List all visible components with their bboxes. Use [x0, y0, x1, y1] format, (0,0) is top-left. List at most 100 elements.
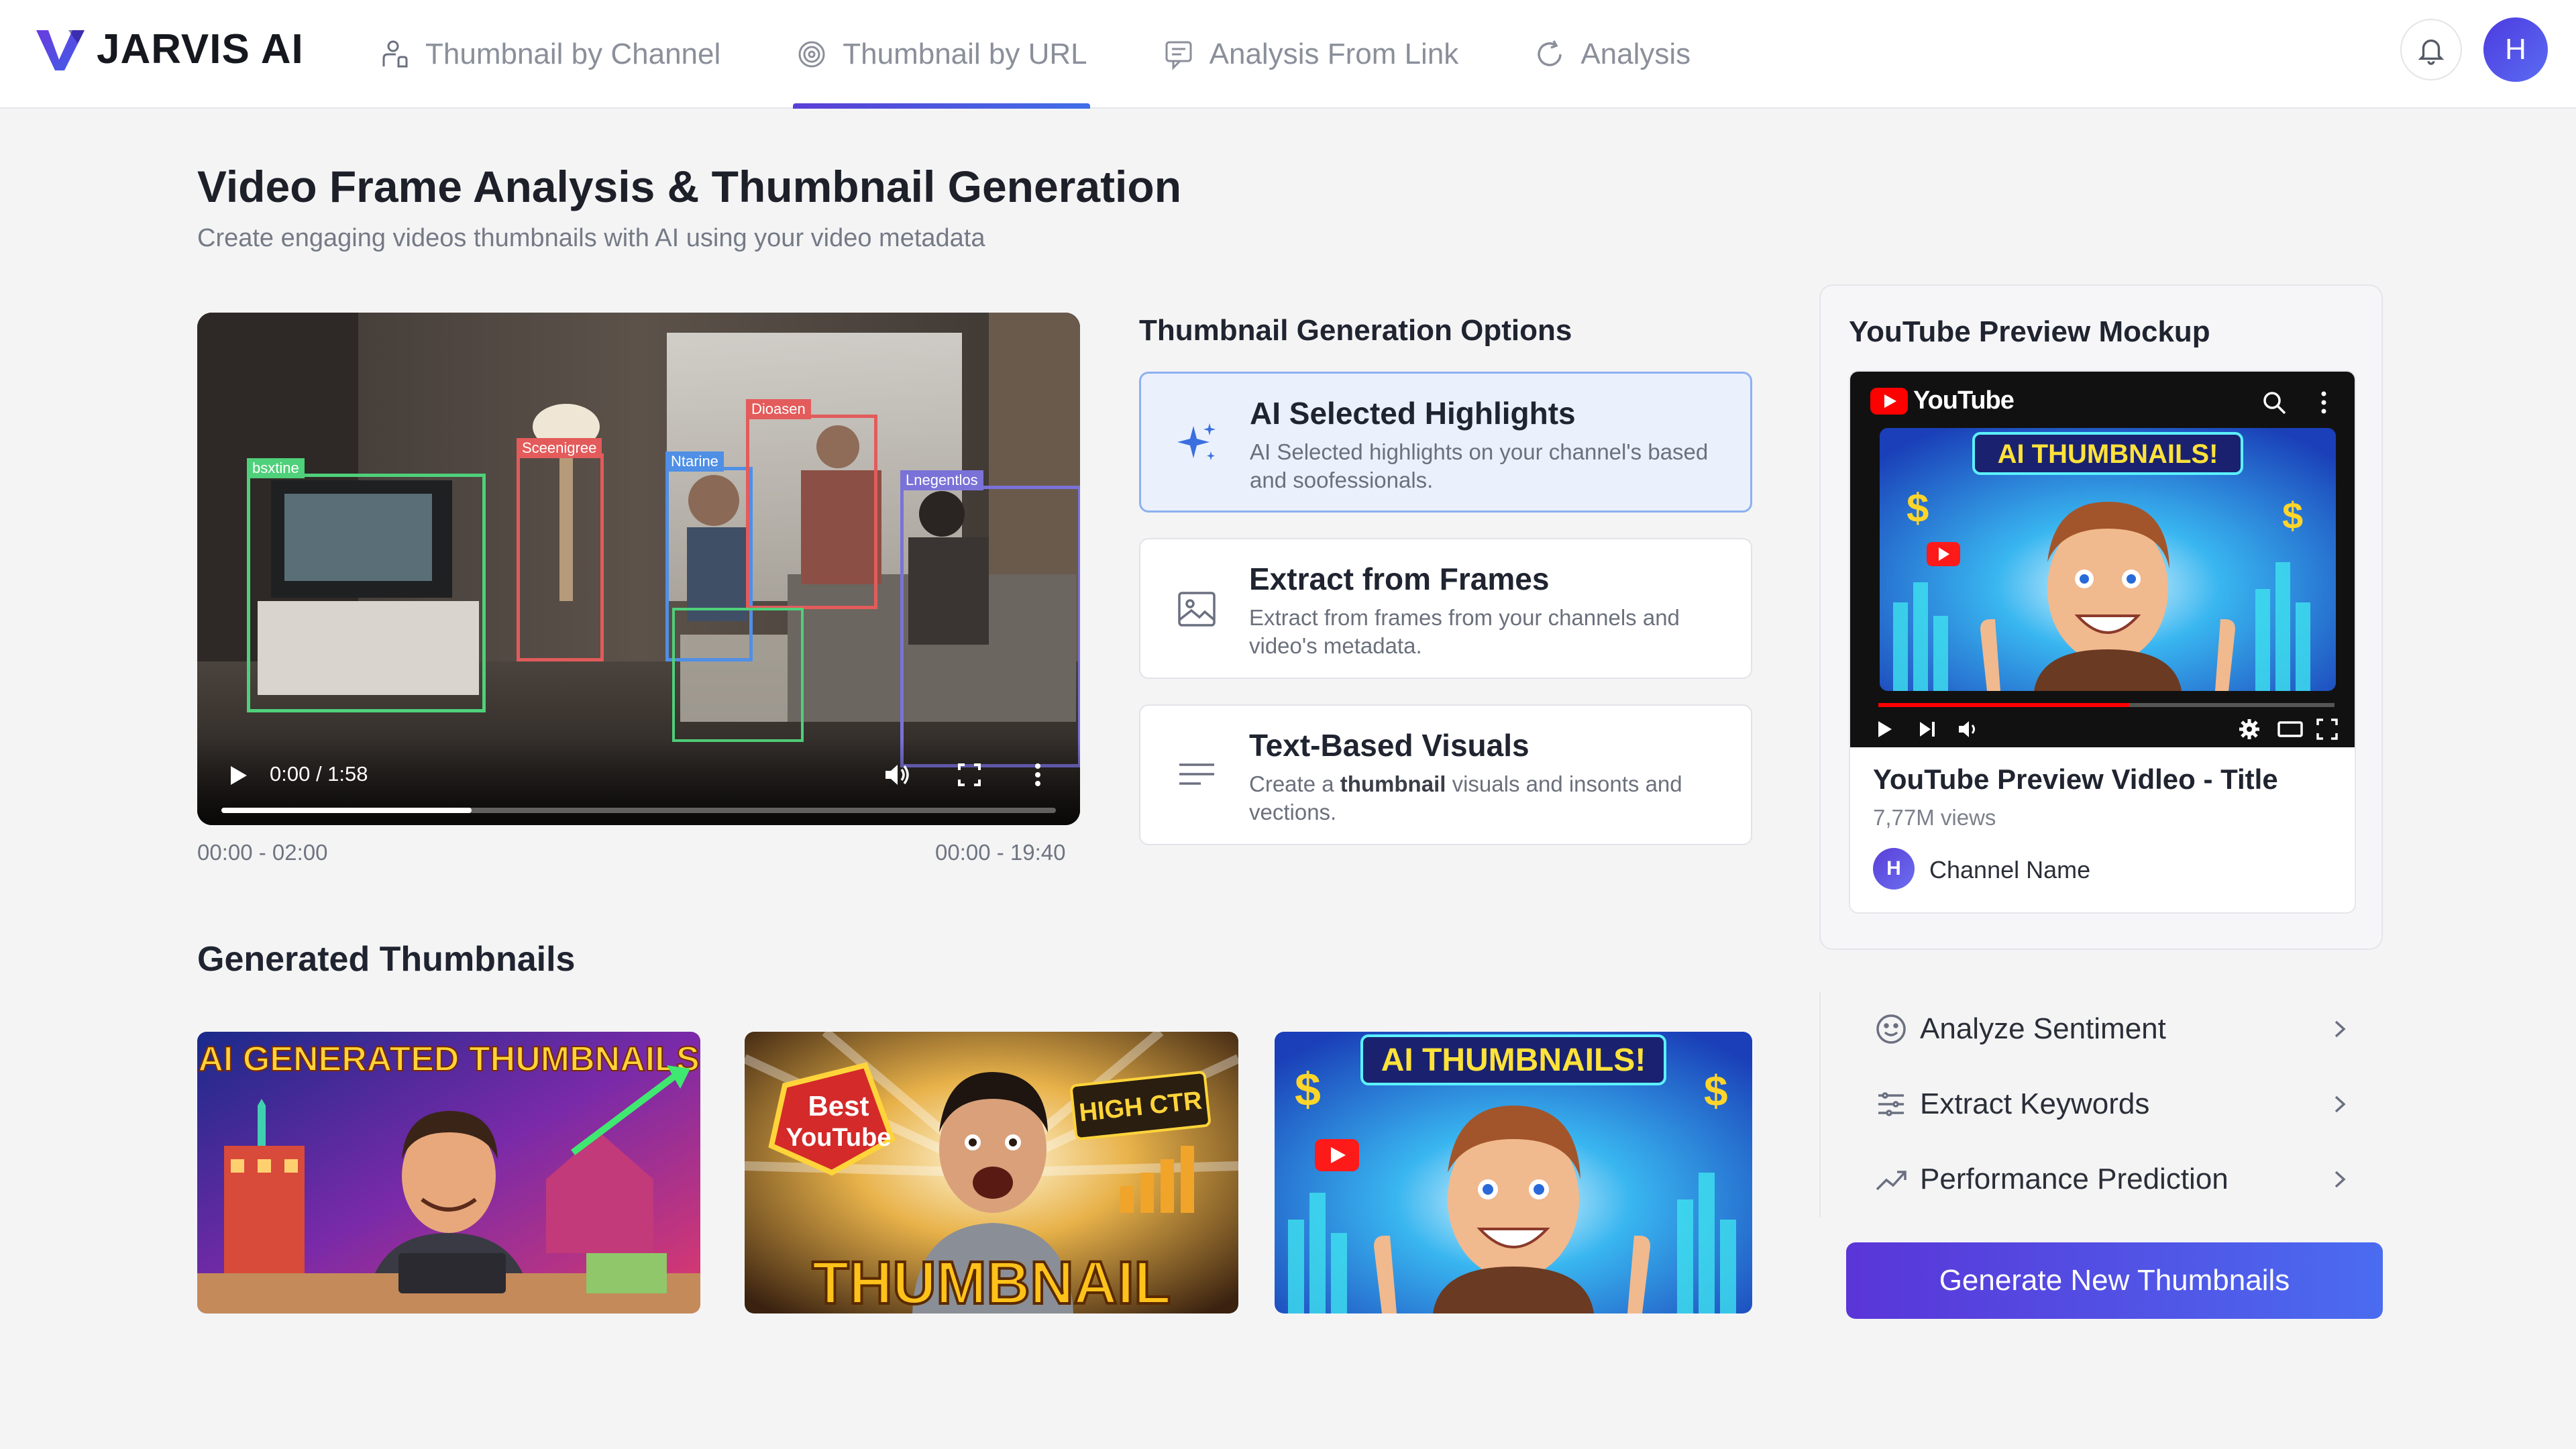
option-text-based-visuals[interactable]: Text-Based Visuals Create a thumbnail vi… — [1139, 704, 1752, 845]
notifications-button[interactable] — [2400, 19, 2462, 80]
option-extract-from-frames[interactable]: Extract from Frames Extract from frames … — [1139, 538, 1752, 679]
youtube-video-title: YouTube Preview Vidleo - Title — [1873, 763, 2278, 795]
play-icon[interactable] — [225, 763, 250, 788]
option-title: Text-Based Visuals — [1249, 728, 1529, 763]
tab-label: Analysis From Link — [1209, 38, 1459, 70]
range-end-label: 00:00 - 19:40 — [935, 840, 1066, 865]
jarvis-logo-icon — [36, 30, 85, 70]
action-analyze-sentiment[interactable]: Analyze Sentiment — [1819, 991, 2383, 1067]
top-navigation-bar: JARVIS AI Thumbnail by Channel Thumbnail… — [0, 0, 2576, 109]
thumbnail-art-image: AI THUMBNAILS! $ $ — [1880, 428, 2336, 691]
youtube-player-frame: YouTube AI THUMBNAILS! $ $ — [1850, 372, 2355, 747]
tab-thumbnail-by-url[interactable]: Thumbnail by URL — [793, 0, 1090, 109]
play-icon[interactable] — [1874, 719, 1894, 739]
option-desc-prefix: Create a — [1249, 771, 1340, 796]
youtube-preview-title: YouTube Preview Mockup — [1849, 315, 2210, 348]
badge-line-2: YouTube — [786, 1124, 892, 1152]
detection-box: Dioasen — [746, 399, 877, 609]
youtube-thumbnail: AI THUMBNAILS! $ $ — [1880, 428, 2336, 691]
user-hand-icon — [382, 40, 408, 68]
option-description: Create a thumbnail visuals and insonts a… — [1249, 770, 1732, 826]
bell-icon — [2418, 39, 2445, 65]
range-start-label: 00:00 - 02:00 — [197, 840, 328, 865]
tab-analysis-from-link[interactable]: Analysis From Link — [1160, 0, 1462, 109]
youtube-preview-card[interactable]: YouTube AI THUMBNAILS! $ $ YouTube Previ… — [1849, 370, 2356, 914]
detection-label: Dioasen — [746, 399, 811, 419]
youtube-logo-text: YouTube — [1913, 386, 2015, 415]
tab-thumbnail-by-channel[interactable]: Thumbnail by Channel — [376, 0, 723, 109]
refresh-icon — [1538, 40, 1562, 66]
option-desc-bold: thumbnail — [1340, 771, 1446, 796]
thumbnail-text: AI THUMBNAILS! — [1998, 439, 2218, 469]
theater-mode-icon[interactable] — [2277, 719, 2304, 739]
fullscreen-icon[interactable] — [957, 762, 982, 788]
youtube-progress-bar[interactable] — [1878, 703, 2334, 707]
sparkle-icon — [1177, 423, 1216, 460]
action-label: Extract Keywords — [1920, 1087, 2150, 1120]
next-icon[interactable] — [1917, 719, 1937, 739]
generated-thumbnail-1[interactable]: AI GENERATED THUMBNAILS — [197, 1032, 700, 1313]
detection-box — [672, 608, 804, 742]
smile-icon — [1876, 1014, 1906, 1044]
generate-new-thumbnails-button[interactable]: Generate New Thumbnails — [1846, 1242, 2383, 1319]
action-label: Performance Prediction — [1920, 1163, 2229, 1195]
video-player[interactable]: bsxtine Sceenigree Ntarine Dioasen Lnege… — [197, 313, 1080, 825]
chevron-right-icon — [2334, 1095, 2346, 1113]
channel-avatar: H — [1873, 848, 1915, 890]
thumbnail-art-image: AI GENERATED THUMBNAILS — [197, 1032, 700, 1313]
action-performance-prediction[interactable]: Performance Prediction — [1819, 1142, 2383, 1217]
thumbnail-text: AI GENERATED THUMBNAILS — [198, 1040, 699, 1079]
tab-analysis[interactable]: Analysis — [1531, 0, 1693, 109]
thumbnail-art-image: Best YouTube HIGH CTR THUMBNAIL — [745, 1032, 1238, 1313]
channel-name: Channel Name — [1929, 856, 2091, 883]
volume-icon[interactable] — [1957, 719, 1980, 739]
generated-thumbnail-2[interactable]: Best YouTube HIGH CTR THUMBNAIL — [745, 1032, 1238, 1313]
option-description: Extract from frames from your channels a… — [1249, 605, 1680, 658]
user-avatar[interactable]: H — [2483, 17, 2548, 82]
youtube-preview-panel: YouTube Preview Mockup YouTube AI THUMBN… — [1819, 284, 2383, 950]
brand-logo[interactable]: JARVIS AI — [34, 25, 304, 73]
more-options-icon[interactable] — [1024, 761, 1052, 789]
active-tab-indicator — [793, 103, 1090, 109]
main-tabs: Thumbnail by Channel Thumbnail by URL An… — [376, 0, 1760, 109]
thumbnail-art-image: AI THUMBNAILS! $ $ — [1275, 1032, 1752, 1313]
svg-text:$: $ — [1704, 1067, 1728, 1115]
more-options-icon[interactable] — [2310, 389, 2337, 416]
youtube-view-count: 7,77M views — [1873, 805, 1996, 830]
video-controls: 0:00 / 1:58 — [197, 738, 1080, 825]
volume-icon[interactable] — [883, 761, 911, 789]
detection-box: Sceenigree — [517, 438, 604, 661]
tab-label: Analysis — [1580, 38, 1691, 70]
generated-thumbnail-3[interactable]: AI THUMBNAILS! $ $ — [1275, 1032, 1752, 1313]
option-ai-selected-highlights[interactable]: AI Selected Highlights AI Selected highl… — [1139, 372, 1752, 513]
thumbnail-text: AI THUMBNAILS! — [1381, 1042, 1646, 1078]
tab-label: Thumbnail by Channel — [425, 38, 721, 70]
video-progress-bar[interactable] — [221, 808, 1056, 813]
option-description: AI Selected highlights on your channel's… — [1250, 439, 1709, 492]
target-icon — [798, 41, 825, 68]
fullscreen-icon[interactable] — [2316, 718, 2339, 741]
chevron-right-icon — [2334, 1171, 2346, 1188]
chevron-right-icon — [2334, 1020, 2346, 1038]
action-extract-keywords[interactable]: Extract Keywords — [1819, 1067, 2383, 1142]
thumbnail-text: THUMBNAIL — [812, 1250, 1171, 1313]
youtube-logo: YouTube — [1870, 386, 2015, 415]
search-icon[interactable] — [2261, 389, 2288, 416]
text-lines-icon — [1179, 763, 1214, 785]
svg-text:$: $ — [1295, 1063, 1321, 1116]
video-progress-fill — [221, 808, 472, 813]
youtube-progress-fill — [1878, 703, 2129, 707]
detection-box: Lnegentlos — [900, 470, 1080, 767]
badge-line-1: Best — [808, 1090, 869, 1122]
settings-icon[interactable] — [2238, 718, 2261, 741]
chat-icon — [1165, 41, 1192, 70]
options-title: Thumbnail Generation Options — [1139, 314, 1572, 347]
brand-name: JARVIS AI — [97, 26, 304, 72]
svg-text:$: $ — [1907, 486, 1929, 531]
image-icon — [1178, 592, 1216, 627]
page-title: Video Frame Analysis & Thumbnail Generat… — [197, 162, 1182, 211]
tab-label: Thumbnail by URL — [843, 38, 1087, 70]
detection-box: bsxtine — [247, 458, 486, 712]
svg-text:$: $ — [2282, 494, 2303, 537]
option-title: AI Selected Highlights — [1250, 396, 1576, 431]
